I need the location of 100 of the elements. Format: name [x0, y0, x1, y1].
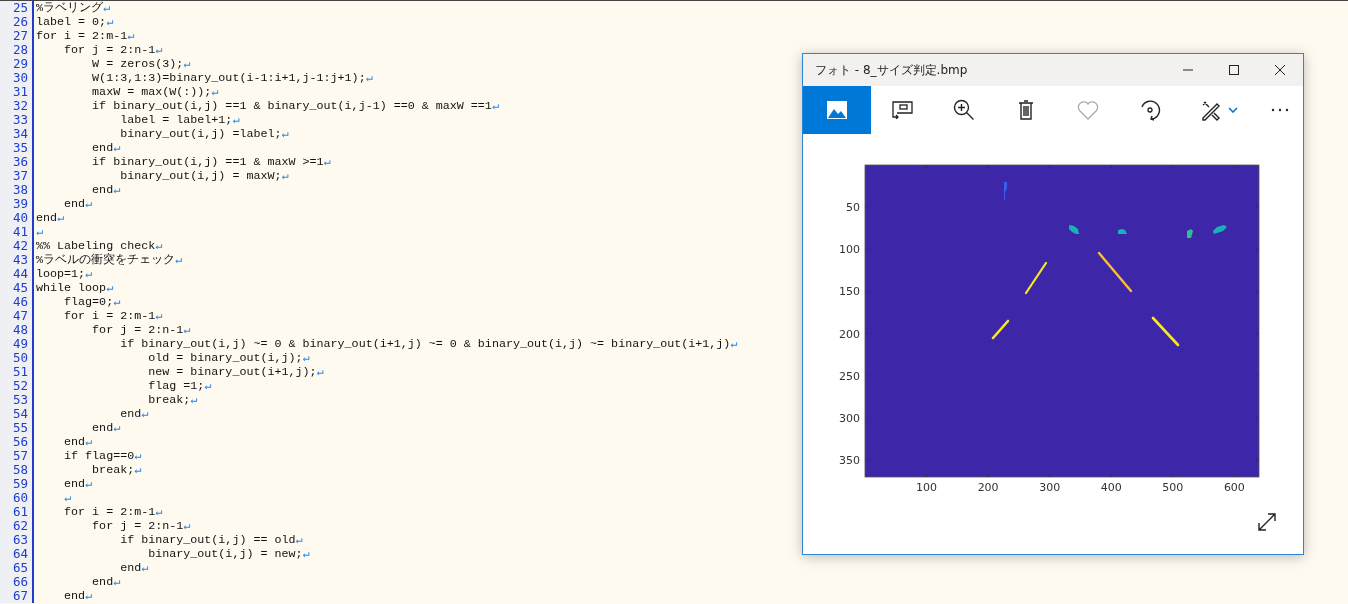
code-line: new = binary_out(i+1,j); [147, 365, 317, 379]
newline-mark: ↵ [204, 379, 212, 393]
code-line: W = zeros(3); [91, 57, 184, 71]
line-number: 26 [0, 15, 34, 29]
line-number: 38 [0, 183, 34, 197]
newline-mark: ↵ [36, 225, 44, 239]
code-line: binary_out(i,j) = new; [147, 547, 303, 561]
code-line: if binary_out(i,j) ==1 & maxW >=1 [91, 155, 324, 169]
newline-mark: ↵ [134, 449, 142, 463]
newline-mark: ↵ [103, 1, 111, 15]
newline-mark: ↵ [113, 575, 121, 589]
line-number: 27 [0, 29, 34, 43]
newline-mark: ↵ [57, 211, 65, 225]
slideshow-icon [891, 101, 913, 119]
line-number: 29 [0, 57, 34, 71]
expand-icon[interactable] [1257, 512, 1277, 532]
stripe-mark [1024, 261, 1048, 295]
rotate-icon [1139, 99, 1161, 121]
newline-mark: ↵ [302, 351, 310, 365]
x-tick-label: 200 [977, 481, 999, 494]
newline-mark: ↵ [113, 141, 121, 155]
code-line: break; [147, 393, 191, 407]
newline-mark: ↵ [106, 15, 114, 29]
code-line: if binary_out(i,j) == old [119, 533, 296, 547]
stripe-mark [991, 319, 1010, 340]
newline-mark: ↵ [63, 491, 72, 505]
zoom-in-icon [953, 99, 975, 121]
line-number: 60 [0, 491, 34, 505]
newline-mark: ↵ [155, 505, 163, 519]
code-line: W(1:3,1:3)=binary_out(i-1:i+1,j-1:j+1); [91, 71, 366, 85]
newline-mark: ↵ [295, 533, 303, 547]
line-number: 32 [0, 99, 34, 113]
line-number: 65 [0, 561, 34, 575]
line-number: 57 [0, 449, 34, 463]
code-line: if binary_out(i,j) ==1 & binary_out(i,j-1) ==0 & maxW ==1 [91, 99, 492, 113]
code-line: end [91, 183, 114, 197]
stripe-mark [1097, 251, 1133, 293]
line-number: 52 [0, 379, 34, 393]
blob-mark [1069, 225, 1079, 234]
newline-mark: ↵ [232, 113, 240, 127]
code-line: end [91, 141, 114, 155]
line-number: 30 [0, 71, 34, 85]
line-number: 56 [0, 435, 34, 449]
x-tick-label: 300 [1039, 481, 1061, 494]
more-icon [1271, 108, 1289, 112]
newline-mark: ↵ [134, 463, 142, 477]
code-line: end [63, 589, 86, 603]
newline-mark: ↵ [183, 323, 191, 337]
x-tick-label: 400 [1100, 481, 1122, 494]
code-line: label = 0; [36, 15, 107, 29]
line-number: 63 [0, 533, 34, 547]
newline-mark: ↵ [113, 183, 121, 197]
blob-mark [1187, 229, 1193, 238]
blob-mark [1004, 182, 1007, 200]
code-line: end [119, 561, 142, 575]
line-number: 47 [0, 309, 34, 323]
line-number: 55 [0, 421, 34, 435]
code-line: binary_out(i,j) =label; [119, 127, 282, 141]
newline-mark: ↵ [302, 547, 310, 561]
code-line: end [91, 575, 114, 589]
newline-mark: ↵ [175, 253, 183, 267]
newline-mark: ↵ [141, 561, 149, 575]
code-line: end [36, 211, 58, 225]
newline-mark: ↵ [141, 407, 149, 421]
caret-icon [1228, 107, 1238, 113]
y-tick-label: 150 [839, 285, 860, 299]
newline-mark: ↵ [491, 99, 499, 113]
x-tick-label: 100 [916, 481, 938, 494]
close-icon [1274, 64, 1286, 76]
line-number: 66 [0, 575, 34, 589]
code-line: for i = 2:m-1 [36, 29, 128, 43]
gallery-button[interactable] [803, 86, 871, 134]
newline-mark: ↵ [323, 155, 331, 169]
code-line: for i = 2:m-1 [63, 505, 156, 519]
newline-mark: ↵ [155, 43, 163, 57]
x-tick-label: 500 [1162, 481, 1184, 494]
code-line: %ラベルの衝突をチェック [36, 253, 175, 267]
newline-mark: ↵ [730, 337, 738, 351]
newline-mark: ↵ [211, 85, 219, 99]
y-tick-label: 350 [839, 454, 860, 468]
line-number: 36 [0, 155, 34, 169]
newline-mark: ↵ [85, 267, 93, 281]
line-number: 39 [0, 197, 34, 211]
code-line: flag =1; [147, 379, 205, 393]
y-tick-label: 50 [846, 201, 860, 215]
code-line: maxW = max(W(:)); [91, 85, 212, 99]
line-number: 53 [0, 393, 34, 407]
line-number: 46 [0, 295, 34, 309]
line-number: 58 [0, 463, 34, 477]
code-line: while loop [36, 281, 107, 295]
line-number: 50 [0, 351, 34, 365]
newline-mark: ↵ [316, 365, 324, 379]
line-number: 34 [0, 127, 34, 141]
line-number: 49 [0, 337, 34, 351]
y-tick-label: 250 [839, 369, 860, 383]
code-line: end [63, 435, 86, 449]
line-number: 59 [0, 477, 34, 491]
line-number: 33 [0, 113, 34, 127]
newline-mark: ↵ [365, 71, 373, 85]
code-line: end [91, 421, 114, 435]
